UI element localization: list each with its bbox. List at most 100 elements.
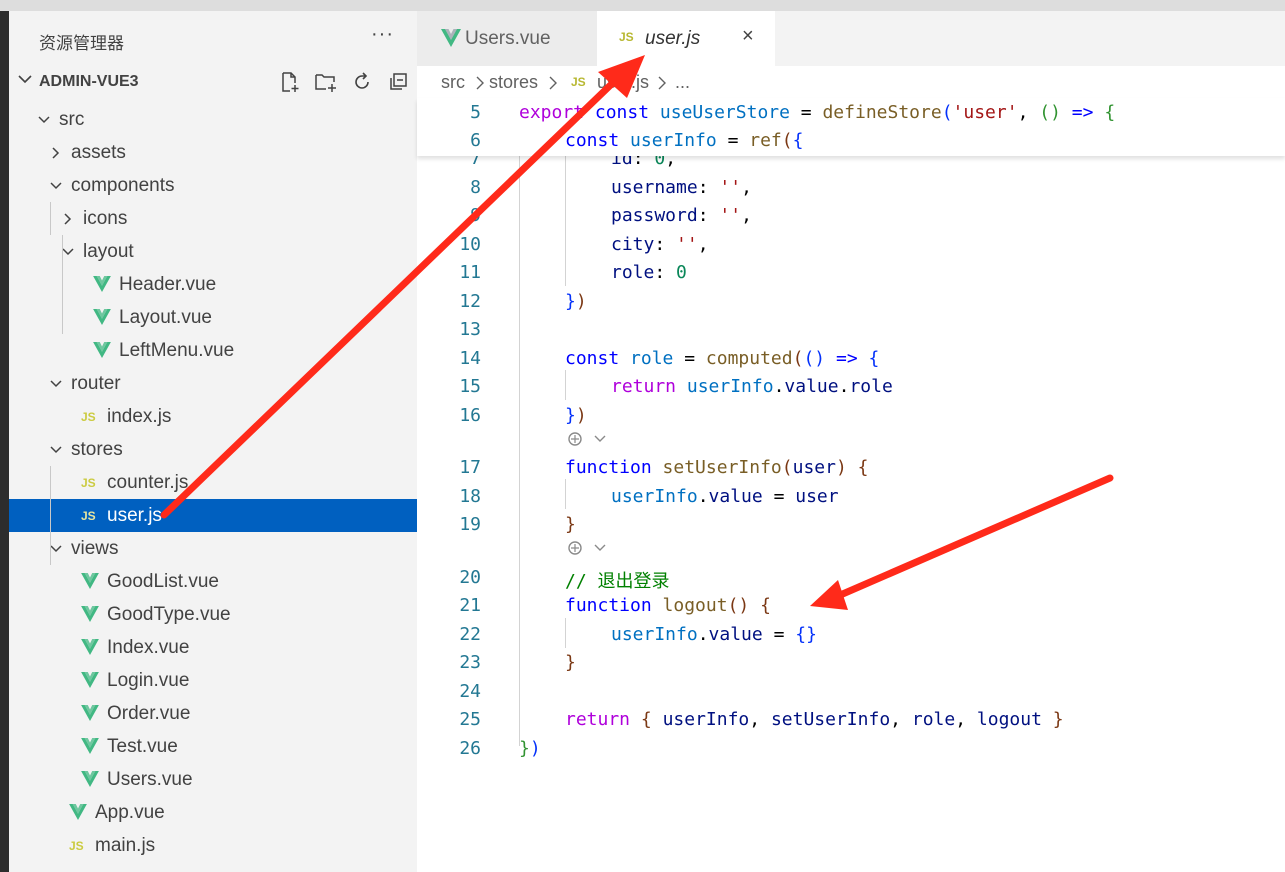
code-line: const userInfo = ref({ (565, 130, 804, 151)
vue-icon (81, 670, 101, 690)
tree-item-label: GoodList.vue (107, 571, 219, 592)
file-login-vue[interactable]: Login.vue (9, 664, 417, 697)
new-file-icon[interactable] (277, 69, 303, 95)
explorer-sidebar: 资源管理器 ··· ADMIN-VUE3 src assets components… (9, 11, 417, 872)
file-main-js[interactable]: JS main.js (9, 829, 417, 862)
codelens-icon[interactable] (567, 431, 607, 451)
indent-guide (519, 156, 520, 746)
code-line: city: '', (611, 234, 709, 255)
line-number: 11 (459, 262, 481, 283)
vue-icon (69, 802, 89, 822)
folder-src[interactable]: src (9, 103, 417, 136)
js-file-icon: JS (81, 509, 96, 523)
sticky-scroll-header[interactable]: 5 export const useUserStore = defineStor… (417, 98, 1285, 156)
file-goodtype-vue[interactable]: GoodType.vue (9, 598, 417, 631)
code-line: function logout() { (565, 595, 771, 616)
file-header-vue[interactable]: Header.vue (9, 268, 417, 301)
breadcrumb-item[interactable]: src (441, 72, 465, 93)
more-actions-button[interactable]: ··· (371, 23, 394, 46)
line-number: 16 (459, 405, 481, 426)
close-icon[interactable]: × (742, 25, 754, 48)
tree-item-label: router (71, 373, 121, 394)
tree-indent-guide (50, 466, 51, 565)
refresh-icon[interactable] (349, 69, 375, 95)
tree-item-label: Index.vue (107, 637, 190, 658)
folder-assets[interactable]: assets (9, 136, 417, 169)
vue-icon (81, 703, 101, 723)
file-index-js[interactable]: JS index.js (9, 400, 417, 433)
file-app-vue[interactable]: App.vue (9, 796, 417, 829)
breadcrumb-item[interactable]: user.js (597, 72, 649, 93)
tree-item-label: counter.js (107, 472, 189, 493)
file-layout-vue[interactable]: Layout.vue (9, 301, 417, 334)
file-counter-js[interactable]: JS counter.js (9, 466, 417, 499)
breadcrumb-item[interactable]: stores (489, 72, 538, 93)
folder-icons[interactable]: icons (9, 202, 417, 235)
js-file-icon: JS (81, 476, 96, 490)
line-number: 14 (459, 348, 481, 369)
file-goodlist-vue[interactable]: GoodList.vue (9, 565, 417, 598)
chevron-down-icon (61, 243, 75, 259)
file-users-vue[interactable]: Users.vue (9, 763, 417, 796)
code-line: function setUserInfo(user) { (565, 457, 869, 478)
line-number: 13 (459, 319, 481, 340)
file-leftmenu-vue[interactable]: LeftMenu.vue (9, 334, 417, 367)
breadcrumb-item[interactable]: ... (675, 72, 690, 93)
line-number: 10 (459, 234, 481, 255)
vue-icon (441, 29, 461, 52)
breadcrumb: src stores JS user.js ... (417, 66, 1285, 98)
tab-user-js[interactable]: JS user.js × (597, 11, 775, 66)
file-test-vue[interactable]: Test.vue (9, 730, 417, 763)
file-order-vue[interactable]: Order.vue (9, 697, 417, 730)
vue-icon (93, 340, 113, 360)
tab-label: Users.vue (465, 28, 551, 49)
folder-layout[interactable]: layout (9, 235, 417, 268)
chevron-down-icon (49, 441, 63, 457)
file-index-vue[interactable]: Index.vue (9, 631, 417, 664)
vue-icon (93, 307, 113, 327)
tree-item-label: user.js (107, 505, 162, 526)
tree-item-label: Layout.vue (119, 307, 212, 328)
explorer-title: 资源管理器 (39, 34, 124, 53)
file-user-js[interactable]: JS user.js (9, 499, 417, 532)
line-number: 24 (459, 681, 481, 702)
line-number: 15 (459, 376, 481, 397)
js-file-icon: JS (571, 75, 586, 89)
code-line: password: '', (611, 205, 752, 226)
chevron-right-icon (61, 210, 75, 226)
line-number: 20 (459, 567, 481, 588)
new-folder-icon[interactable] (313, 69, 339, 95)
line-number: 5 (470, 102, 481, 123)
code-line: export const useUserStore = defineStore(… (519, 102, 1116, 123)
code-editor[interactable]: 5 export const useUserStore = defineStor… (417, 98, 1285, 872)
folder-components[interactable]: components (9, 169, 417, 202)
folder-stores[interactable]: stores (9, 433, 417, 466)
editor-tab-bar: Users.vue JS user.js × (417, 11, 1285, 66)
indent-guide (565, 156, 566, 286)
vue-icon (93, 274, 113, 294)
collapse-all-icon[interactable] (385, 69, 411, 95)
vue-icon (81, 604, 101, 624)
vue-icon (81, 571, 101, 591)
tree-indent-guide (50, 202, 51, 235)
code-line: const role = computed(() => { (565, 348, 880, 369)
codelens-icon[interactable] (567, 540, 607, 560)
chevron-down-icon (49, 375, 63, 391)
chevron-down-icon (17, 71, 33, 92)
tree-item-label: GoodType.vue (107, 604, 231, 625)
line-number: 25 (459, 709, 481, 730)
tree-item-label: main.js (95, 835, 156, 856)
code-line: }) (519, 738, 541, 759)
tree-item-label: Users.vue (107, 769, 193, 790)
indent-guide (565, 618, 566, 648)
code-comment: // 退出登录 (565, 571, 670, 592)
folder-views[interactable]: views (9, 532, 417, 565)
tree-item-label: Login.vue (107, 670, 190, 691)
tree-item-label: Test.vue (107, 736, 178, 757)
vue-icon (81, 637, 101, 657)
line-number: 18 (459, 486, 481, 507)
tab-users-vue[interactable]: Users.vue (417, 11, 597, 66)
folder-router[interactable]: router (9, 367, 417, 400)
chevron-right-icon (49, 144, 63, 160)
project-header[interactable]: ADMIN-VUE3 (9, 67, 417, 97)
